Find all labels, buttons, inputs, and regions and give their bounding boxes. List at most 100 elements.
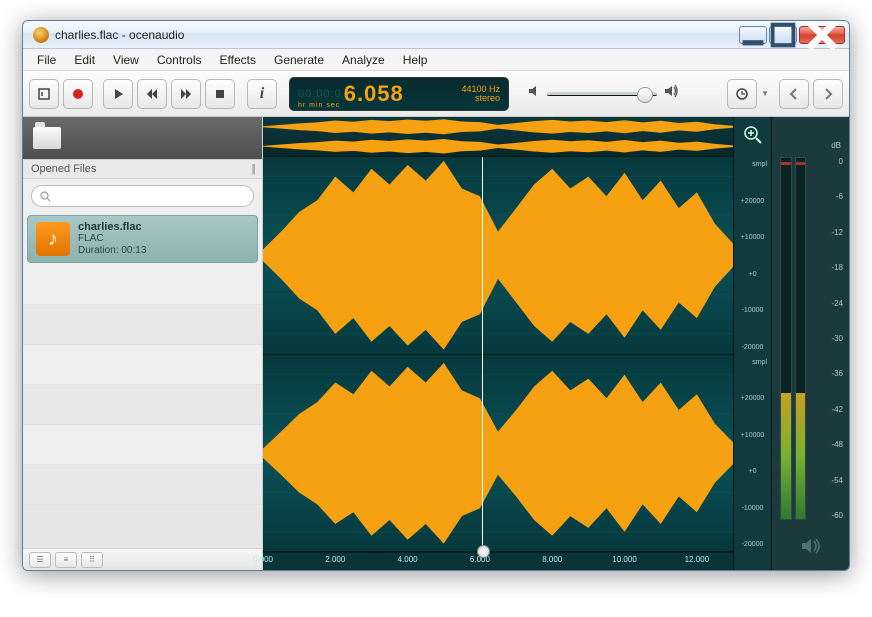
- sidebar-search: [23, 179, 262, 213]
- level-meters: dB 0 -6 -12 -18 -24 -30 -36 -42 -48 -54 -60: [771, 117, 849, 570]
- history-button[interactable]: [727, 79, 757, 109]
- nav-forward-button[interactable]: [813, 79, 843, 109]
- file-meta: charlies.flac FLAC Duration: 00:13: [78, 221, 146, 257]
- scale-tick: +10000: [736, 432, 769, 439]
- timeline-tick: 0.000: [253, 555, 273, 564]
- scale-tick: -10000: [736, 505, 769, 512]
- db-tick: -36: [815, 369, 843, 378]
- sidebar: Opened Files ||| ♪ charlies.flac FLAC Du…: [23, 117, 263, 570]
- scale-tick: +0: [736, 271, 769, 278]
- list-item: [23, 465, 262, 505]
- scale-tick: +20000: [736, 395, 769, 402]
- speaker-icon[interactable]: [772, 537, 849, 560]
- db-tick: -18: [815, 263, 843, 272]
- meter-right: [795, 157, 807, 520]
- rewind-button[interactable]: [137, 79, 167, 109]
- list-item: [23, 385, 262, 425]
- smpl-label: smpl: [736, 161, 769, 168]
- nav-back-button[interactable]: [779, 79, 809, 109]
- list-item: [23, 345, 262, 385]
- waveform-area: 0.0002.0004.0006.0008.00010.00012.000 sm…: [263, 117, 849, 570]
- db-label: dB: [831, 141, 841, 150]
- scale-tick: +10000: [736, 234, 769, 241]
- search-icon: [40, 191, 51, 202]
- timeline-tick: 8.000: [542, 555, 562, 564]
- db-tick: 0: [815, 157, 843, 166]
- db-tick: -48: [815, 440, 843, 449]
- menu-effects[interactable]: Effects: [212, 51, 264, 69]
- timeline-ruler[interactable]: 0.0002.0004.0006.0008.00010.00012.000: [263, 552, 733, 570]
- waveform-tracks[interactable]: [263, 157, 733, 552]
- time-display[interactable]: 00:00:0 6.058 44100 Hz stereo hr min sec: [289, 77, 509, 111]
- file-item-charlies[interactable]: ♪ charlies.flac FLAC Duration: 00:13: [27, 215, 258, 263]
- menu-edit[interactable]: Edit: [66, 51, 103, 69]
- db-tick: -60: [815, 511, 843, 520]
- file-duration: Duration: 00:13: [78, 245, 146, 257]
- volume-slider[interactable]: [547, 92, 657, 96]
- menu-controls[interactable]: Controls: [149, 51, 210, 69]
- db-scale: 0 -6 -12 -18 -24 -30 -36 -42 -48 -54 -60: [815, 157, 843, 520]
- info-button[interactable]: i: [247, 79, 277, 109]
- sidebar-section-label: Opened Files |||: [23, 159, 262, 179]
- scale-tick: +20000: [736, 198, 769, 205]
- opened-files-label: Opened Files: [31, 163, 96, 175]
- scale-tick: +0: [736, 468, 769, 475]
- db-tick: -6: [815, 192, 843, 201]
- waveform-overview[interactable]: [263, 117, 733, 157]
- forward-button[interactable]: [171, 79, 201, 109]
- scale-tick: -20000: [736, 541, 769, 548]
- music-note-icon: ♪: [36, 222, 70, 256]
- search-input[interactable]: [31, 185, 254, 207]
- sidebar-footer: ☰ ≡ ⠿: [23, 548, 262, 570]
- minimize-button[interactable]: [739, 26, 767, 44]
- stop-button[interactable]: [205, 79, 235, 109]
- record-button[interactable]: [63, 79, 93, 109]
- amplitude-scale: smpl +20000 +10000 +0 -10000 -20000 smpl +2000…: [733, 117, 771, 570]
- timeline-tick: 4.000: [398, 555, 418, 564]
- list-item: [23, 305, 262, 345]
- folder-icon[interactable]: [33, 127, 61, 149]
- volume-control: [527, 84, 679, 103]
- db-tick: -24: [815, 299, 843, 308]
- zoom-icon[interactable]: [743, 125, 763, 145]
- track-left: [263, 157, 733, 355]
- window-title: charlies.flac - ocenaudio: [55, 28, 739, 42]
- file-codec: FLAC: [78, 233, 146, 245]
- toolbar: i 00:00:0 6.058 44100 Hz stereo hr min s…: [23, 71, 849, 117]
- app-window: charlies.flac - ocenaudio File Edit View…: [22, 20, 850, 571]
- time-high-digits: 00:00:0: [298, 88, 342, 100]
- db-tick: -12: [815, 228, 843, 237]
- track-right: [263, 355, 733, 553]
- menu-view[interactable]: View: [105, 51, 147, 69]
- view-grid-button[interactable]: ⠿: [81, 552, 103, 568]
- smpl-label: smpl: [736, 359, 769, 366]
- file-list: ♪ charlies.flac FLAC Duration: 00:13: [23, 213, 262, 548]
- db-tick: -54: [815, 476, 843, 485]
- timeline-tick: 12.000: [685, 555, 709, 564]
- scale-tick: -20000: [736, 344, 769, 351]
- home-button[interactable]: [29, 79, 59, 109]
- menu-help[interactable]: Help: [395, 51, 436, 69]
- menu-generate[interactable]: Generate: [266, 51, 332, 69]
- close-button[interactable]: [799, 26, 845, 44]
- db-tick: -42: [815, 405, 843, 414]
- sidebar-header: [23, 117, 262, 159]
- timeline-tick: 2.000: [325, 555, 345, 564]
- sidebar-grip-icon[interactable]: |||: [251, 163, 254, 175]
- playhead[interactable]: [482, 157, 483, 552]
- view-list-button[interactable]: ☰: [29, 552, 51, 568]
- menu-bar: File Edit View Controls Effects Generate…: [23, 49, 849, 71]
- volume-high-icon: [663, 84, 679, 103]
- volume-low-icon: [527, 84, 541, 103]
- list-item: [23, 265, 262, 305]
- list-item: [23, 425, 262, 465]
- titlebar[interactable]: charlies.flac - ocenaudio: [23, 21, 849, 49]
- view-detail-button[interactable]: ≡: [55, 552, 77, 568]
- scale-tick: -10000: [736, 307, 769, 314]
- maximize-button[interactable]: [769, 26, 797, 44]
- db-tick: -30: [815, 334, 843, 343]
- menu-analyze[interactable]: Analyze: [334, 51, 393, 69]
- time-units-label: hr min sec: [298, 102, 340, 109]
- play-button[interactable]: [103, 79, 133, 109]
- menu-file[interactable]: File: [29, 51, 64, 69]
